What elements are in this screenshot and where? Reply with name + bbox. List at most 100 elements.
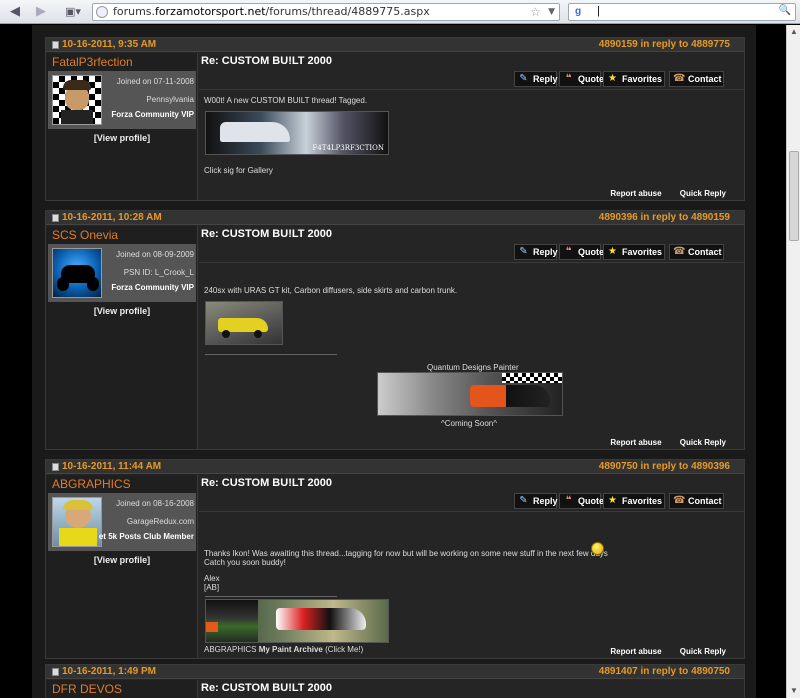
post-date: 10-16-2011, 11:44 AM — [62, 461, 162, 472]
user-info-box: Joined on 08-16-2008 GarageRedux.com et … — [48, 493, 196, 551]
favorites-button[interactable]: ★ Favorites — [603, 244, 665, 260]
url-dropdown-icon[interactable]: ▼ — [548, 4, 555, 20]
username-link[interactable]: FatalP3rfection — [52, 55, 133, 69]
reply-icon: ✎ — [519, 495, 528, 506]
signature-image[interactable] — [377, 372, 563, 416]
joined-date: Joined on 08-16-2008 — [116, 499, 194, 508]
post-date: 10-16-2011, 10:28 AM — [62, 212, 162, 223]
forward-icon[interactable]: ▶ — [32, 3, 50, 21]
thread-content: 10-16-2011, 9:35 AM 4890159 in reply to … — [32, 25, 756, 698]
car-photo[interactable] — [205, 301, 283, 345]
url-path: /forums/thread/4889775.aspx — [265, 5, 430, 18]
reply-link[interactable]: 4890159 in reply to 4889775 — [599, 38, 730, 52]
post-icon — [52, 214, 59, 222]
forum-post: 10-16-2011, 11:44 AM 4890750 in reply to… — [45, 459, 745, 659]
post-body-text: 240sx with URAS GT kit, Carbon diffusers… — [204, 286, 458, 295]
quick-reply-link[interactable]: Quick Reply — [680, 189, 726, 198]
view-profile-link[interactable]: [View profile] — [46, 133, 198, 143]
view-profile-link[interactable]: [View profile] — [46, 306, 198, 316]
signature-image[interactable] — [205, 599, 389, 643]
reply-link[interactable]: 4891407 in reply to 4890750 — [599, 665, 730, 679]
favorites-button[interactable]: ★ Favorites — [603, 493, 665, 509]
signature-divider — [205, 596, 337, 597]
post-body-text: Thanks Ikon! Was awaiting this thread...… — [204, 549, 608, 558]
post-body-text: Alex — [204, 574, 220, 583]
quote-button[interactable]: ❝ Quote — [559, 244, 604, 260]
forum-post: 10-16-2011, 9:35 AM 4890159 in reply to … — [45, 37, 745, 201]
reply-button[interactable]: ✎ Reply — [514, 71, 558, 87]
user-rank: et 5k Posts Club Member — [98, 532, 194, 541]
vertical-scrollbar[interactable]: ▲ ▼ — [786, 25, 800, 698]
post-date: 10-16-2011, 9:35 AM — [62, 39, 157, 50]
post-title: Re: CUSTOM BU!LT 2000 — [201, 477, 333, 489]
reply-icon: ✎ — [519, 73, 528, 84]
scroll-down-icon[interactable]: ▼ — [787, 684, 800, 698]
reply-link[interactable]: 4890396 in reply to 4890159 — [599, 211, 730, 225]
post-title: Re: CUSTOM BU!LT 2000 — [201, 682, 333, 694]
joined-date: Joined on 07-11-2008 — [116, 77, 194, 86]
scroll-up-icon[interactable]: ▲ — [787, 25, 800, 39]
user-column: ABGRAPHICS Joined on 08-16-2008 GarageRe… — [46, 475, 198, 658]
bookmark-star-icon[interactable]: ☆ — [530, 4, 541, 20]
back-icon[interactable]: ◀ — [6, 3, 24, 21]
search-box[interactable]: g | 🔍 — [568, 3, 796, 21]
reply-button[interactable]: ✎ Reply — [514, 493, 558, 509]
avatar[interactable] — [52, 248, 102, 298]
contact-button[interactable]: ☎ Contact — [669, 244, 724, 260]
page-viewport: 10-16-2011, 9:35 AM 4890159 in reply to … — [0, 25, 786, 698]
post-title: Re: CUSTOM BU!LT 2000 — [201, 228, 333, 240]
forum-post: 10-16-2011, 10:28 AM 4890396 in reply to… — [45, 210, 745, 450]
user-column: DFR DEVOS — [46, 680, 198, 698]
reply-button[interactable]: ✎ Reply — [514, 244, 558, 260]
post-header: 10-16-2011, 9:35 AM 4890159 in reply to … — [46, 38, 744, 52]
report-abuse-link[interactable]: Report abuse — [610, 438, 661, 447]
signature-image[interactable]: F4T4LP3RF3CTION — [205, 111, 389, 155]
post-header: 10-16-2011, 1:49 PM 4891407 in reply to … — [46, 665, 744, 679]
google-icon[interactable]: g — [572, 6, 584, 18]
quote-button[interactable]: ❝ Quote — [559, 71, 604, 87]
report-abuse-link[interactable]: Report abuse — [610, 189, 661, 198]
joined-date: Joined on 08-09-2009 — [116, 250, 194, 259]
search-go-icon[interactable]: 🔍 — [779, 5, 791, 16]
avatar[interactable] — [52, 75, 102, 125]
message-column: Re: CUSTOM BU!LT 2000 ✎ Reply ❝ Quote ★ Fav… — [199, 475, 744, 658]
username-link[interactable]: DFR DEVOS — [52, 682, 122, 696]
user-info-box: Joined on 08-09-2009 PSN ID: L_Crook_L F… — [48, 244, 196, 302]
contact-icon: ☎ — [673, 495, 686, 506]
browser-toolbar: ◀ ▶ ▣▾ forums.forzamotorsport.net/forums… — [0, 0, 800, 24]
star-icon: ★ — [608, 73, 617, 84]
report-abuse-link[interactable]: Report abuse — [610, 647, 661, 656]
user-info-box: Joined on 07-11-2008 Pennsylvania Forza … — [48, 71, 196, 129]
post-toolbar: ✎ Reply ❝ Quote ★ Favorites ☎ Contact — [514, 493, 730, 509]
favorites-button[interactable]: ★ Favorites — [603, 71, 665, 87]
post-icon — [52, 463, 59, 471]
user-column: FatalP3rfection Joined on 07-11-2008 Pen… — [46, 53, 198, 200]
quote-icon: ❝ — [565, 246, 572, 257]
search-input[interactable]: | — [597, 5, 600, 17]
signature-link[interactable]: ABGRAPHICS My Paint Archive (Click Me!) — [204, 645, 363, 654]
contact-button[interactable]: ☎ Contact — [669, 71, 724, 87]
signature-divider — [205, 354, 337, 355]
user-rank: Forza Community VIP — [111, 283, 194, 292]
username-link[interactable]: ABGRAPHICS — [52, 477, 131, 491]
quote-icon: ❝ — [565, 495, 572, 506]
contact-button[interactable]: ☎ Contact — [669, 493, 724, 509]
user-column: SCS Onevia Joined on 08-09-2009 PSN ID: … — [46, 226, 198, 449]
quote-button[interactable]: ❝ Quote — [559, 493, 604, 509]
scrollbar-thumb[interactable] — [789, 151, 799, 241]
avatar[interactable] — [52, 497, 102, 547]
site-identity-icon[interactable] — [96, 6, 108, 18]
quote-icon: ❝ — [565, 73, 572, 84]
view-profile-link[interactable]: [View profile] — [46, 555, 198, 565]
address-bar[interactable]: forums.forzamotorsport.net/forums/thread… — [92, 3, 560, 21]
post-icon — [52, 668, 59, 676]
history-menu-icon[interactable]: ▣▾ — [62, 3, 84, 21]
quick-reply-link[interactable]: Quick Reply — [680, 438, 726, 447]
quick-reply-link[interactable]: Quick Reply — [680, 647, 726, 656]
post-toolbar: ✎ Reply ❝ Quote ★ Favorites ☎ Contact — [514, 244, 730, 260]
username-link[interactable]: SCS Onevia — [52, 228, 118, 242]
user-location: GarageRedux.com — [126, 517, 194, 526]
post-body-text: [AB] — [204, 583, 220, 592]
reply-link[interactable]: 4890750 in reply to 4890396 — [599, 460, 730, 474]
message-column: Re: CUSTOM BU!LT 2000 ✎ Reply ❝ Quote ★ Fav… — [199, 226, 744, 449]
